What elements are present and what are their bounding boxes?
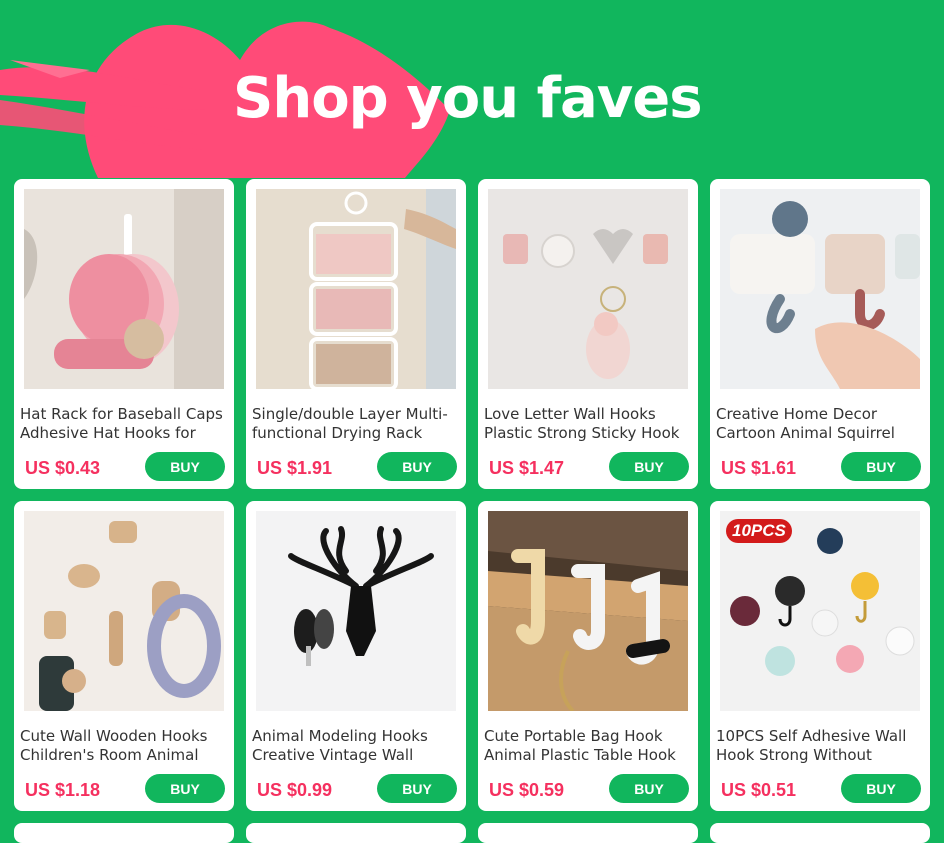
- product-image[interactable]: [488, 189, 688, 389]
- product-name[interactable]: Creative Home Decor Cartoon Animal Squir…: [716, 405, 926, 443]
- product-price: US $0.43: [25, 458, 101, 478]
- product-card[interactable]: [14, 823, 234, 843]
- product-card[interactable]: [710, 823, 930, 843]
- product-name[interactable]: Hat Rack for Baseball Caps Adhesive Hat …: [20, 405, 230, 443]
- product-image[interactable]: [24, 511, 224, 711]
- product-name[interactable]: Cute Portable Bag Hook Animal Plastic Ta…: [484, 727, 694, 765]
- product-image[interactable]: [256, 189, 456, 389]
- buy-button[interactable]: BUY: [145, 452, 225, 481]
- product-price: US $0.51: [721, 780, 797, 800]
- product-price: US $0.99: [257, 780, 333, 800]
- product-price: US $1.61: [721, 458, 797, 478]
- product-card[interactable]: [478, 823, 698, 843]
- quantity-badge: 10PCS: [726, 519, 792, 543]
- product-card[interactable]: 10PCS 10PCS Self Adhesive Wall Hook Stro…: [710, 501, 930, 811]
- product-name[interactable]: Animal Modeling Hooks Creative Vintage W…: [252, 727, 462, 765]
- product-name[interactable]: 10PCS Self Adhesive Wall Hook Strong Wit…: [716, 727, 926, 765]
- product-card[interactable]: Cute Portable Bag Hook Animal Plastic Ta…: [478, 501, 698, 811]
- buy-button[interactable]: BUY: [145, 774, 225, 803]
- product-image[interactable]: [24, 189, 224, 389]
- buy-button[interactable]: BUY: [377, 774, 457, 803]
- product-card[interactable]: Single/double Layer Multi-functional Dry…: [246, 179, 466, 489]
- product-card[interactable]: Love Letter Wall Hooks Plastic Strong St…: [478, 179, 698, 489]
- product-card[interactable]: [246, 823, 466, 843]
- product-card[interactable]: Cute Wall Wooden Hooks Children's Room A…: [14, 501, 234, 811]
- product-price: US $0.59: [489, 780, 565, 800]
- product-name[interactable]: Love Letter Wall Hooks Plastic Strong St…: [484, 405, 694, 443]
- hero-banner: Shop you faves: [0, 0, 944, 178]
- buy-button[interactable]: BUY: [609, 452, 689, 481]
- product-price: US $1.47: [489, 458, 565, 478]
- product-price: US $1.18: [25, 780, 101, 800]
- buy-button[interactable]: BUY: [609, 774, 689, 803]
- product-image[interactable]: [256, 511, 456, 711]
- page-title: Shop you faves: [233, 66, 703, 131]
- product-card[interactable]: Hat Rack for Baseball Caps Adhesive Hat …: [14, 179, 234, 489]
- product-price: US $1.91: [257, 458, 333, 478]
- product-name[interactable]: Single/double Layer Multi-functional Dry…: [252, 405, 462, 443]
- buy-button[interactable]: BUY: [377, 452, 457, 481]
- product-image[interactable]: [488, 511, 688, 711]
- buy-button[interactable]: BUY: [841, 452, 921, 481]
- product-card[interactable]: Animal Modeling Hooks Creative Vintage W…: [246, 501, 466, 811]
- buy-button[interactable]: BUY: [841, 774, 921, 803]
- product-name[interactable]: Cute Wall Wooden Hooks Children's Room A…: [20, 727, 230, 765]
- product-card[interactable]: Creative Home Decor Cartoon Animal Squir…: [710, 179, 930, 489]
- product-image[interactable]: [720, 189, 920, 389]
